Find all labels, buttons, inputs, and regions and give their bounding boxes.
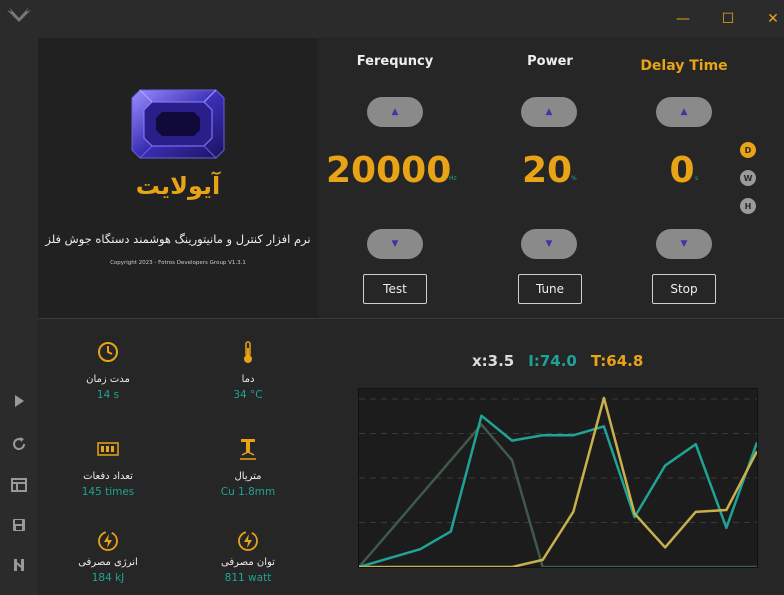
counter-icon — [95, 436, 121, 462]
series-line-2 — [359, 396, 759, 569]
mode-w-button[interactable]: W — [740, 170, 756, 186]
close-button[interactable]: ✕ — [762, 8, 784, 30]
current-readout: I:74.0 — [528, 352, 577, 370]
chevron-down-icon: ▼ — [680, 239, 688, 249]
table-icon[interactable] — [8, 474, 30, 496]
chevron-down-icon: ▼ — [545, 239, 553, 249]
chart-svg — [358, 396, 759, 569]
power-title: Power — [527, 54, 573, 69]
material-value: Cu 1.8mm — [220, 486, 276, 498]
controls-panel: Ferequncy ▲ 20000 Hz ▼ Test Power ▲ 20 %… — [318, 38, 784, 318]
sidebar — [0, 38, 38, 595]
chevron-up-icon: ▲ — [680, 107, 688, 117]
chart-panel: x:3.5 I:74.0 T:64.8 — [318, 319, 784, 595]
minimize-button[interactable]: — — [672, 8, 694, 30]
copyright-text: Copyright 2023 - Fotros Developers Group… — [110, 260, 246, 266]
mode-h-button[interactable]: H — [740, 198, 756, 214]
title-bar: — ☐ ✕ — [0, 0, 784, 38]
energy-icon — [95, 528, 121, 554]
delay-time-title: Delay Time — [640, 58, 728, 74]
x-readout: x:3.5 — [472, 352, 515, 370]
refresh-icon[interactable] — [8, 433, 30, 455]
branding-panel: آیولایت نرم افزار کنترل و مانیتورینگ هوش… — [38, 38, 318, 318]
power-consumption-value: 811 watt — [224, 572, 272, 584]
chevron-down-icon: ▼ — [391, 239, 399, 249]
readouts: x:3.5 I:74.0 T:64.8 — [472, 352, 643, 370]
save-icon[interactable] — [8, 514, 30, 536]
tools-icon[interactable] — [8, 554, 30, 576]
clock-icon — [95, 339, 121, 365]
app-name: آیولایت — [135, 172, 221, 200]
series-line-1 — [358, 414, 759, 569]
frequency-up-button[interactable]: ▲ — [367, 97, 423, 127]
line-chart — [358, 388, 759, 569]
duration-value: 14 s — [96, 389, 120, 401]
power-value: 20 — [521, 150, 573, 191]
mode-d-button[interactable]: D — [740, 142, 756, 158]
count-label: تعداد دفعات — [83, 471, 133, 482]
wings-logo-icon — [7, 7, 31, 22]
test-button[interactable]: Test — [363, 274, 427, 304]
power-icon — [235, 528, 261, 554]
delay-value: 0 — [669, 150, 695, 191]
material-label: متریال — [234, 471, 262, 482]
energy-label: انرژی مصرفی — [78, 557, 138, 568]
chevron-up-icon: ▲ — [391, 107, 399, 117]
frequency-down-button[interactable]: ▼ — [367, 229, 423, 259]
frequency-value: 20000 — [326, 150, 452, 191]
energy-value: 184 kJ — [91, 572, 125, 584]
welding-tip-icon — [235, 436, 261, 462]
delay-up-button[interactable]: ▲ — [656, 97, 712, 127]
gem-logo-icon — [131, 89, 225, 159]
thermometer-icon — [235, 339, 261, 365]
power-unit: % — [571, 175, 577, 182]
app-description: نرم افزار کنترل و مانیتورینگ هوشمند دستگ… — [45, 232, 311, 246]
temperature-value: 34 °C — [233, 389, 263, 401]
power-consumption-label: توان مصرفی — [221, 557, 275, 568]
delay-unit: s — [695, 175, 699, 182]
duration-label: مدت زمان — [86, 374, 130, 385]
stop-button[interactable]: Stop — [652, 274, 716, 304]
tune-button[interactable]: Tune — [518, 274, 582, 304]
chevron-up-icon: ▲ — [545, 107, 553, 117]
play-icon[interactable] — [8, 390, 30, 412]
frequency-title: Ferequncy — [356, 54, 434, 69]
maximize-button[interactable]: ☐ — [717, 8, 739, 30]
stats-panel: مدت زمان 14 s دما 34 °C تعداد دفعات 145 … — [38, 319, 318, 595]
temperature-label: دما — [241, 374, 255, 385]
power-down-button[interactable]: ▼ — [521, 229, 577, 259]
frequency-unit: Hz — [449, 175, 457, 182]
count-value: 145 times — [81, 486, 135, 498]
power-up-button[interactable]: ▲ — [521, 97, 577, 127]
temperature-readout: T:64.8 — [590, 352, 644, 370]
delay-down-button[interactable]: ▼ — [656, 229, 712, 259]
